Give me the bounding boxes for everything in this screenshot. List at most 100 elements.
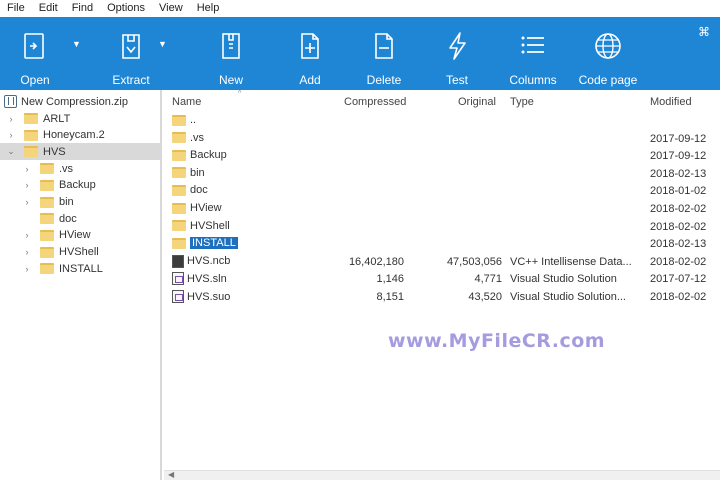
folder-icon [172,114,186,126]
open-dropdown-icon[interactable]: ▼ [72,39,81,49]
extract-icon [114,29,148,63]
file-row[interactable]: .. [164,112,720,129]
new-archive-icon [214,29,248,63]
extract-dropdown-icon[interactable]: ▼ [158,39,167,49]
open-icon [18,29,52,63]
file-name-cell: INSTALL [172,237,238,250]
file-row[interactable]: HVS.ncb 16,402,180 47,503,056 VC++ Intellis… [164,253,720,270]
file-type: Visual Studio Solution... [510,291,626,303]
chevron-right-icon[interactable]: › [22,230,32,240]
file-row[interactable]: HVS.suo 8,151 43,520 Visual Studio Solution… [164,288,720,305]
tree-item[interactable]: doc [0,210,160,227]
menu-edit[interactable]: Edit [32,0,65,17]
file-name: HView [190,202,222,214]
tree-item[interactable]: › INSTALL [0,260,160,277]
delete-label: Delete [366,73,402,87]
tree-item[interactable]: › ARLT [0,110,160,127]
new-button[interactable]: New [188,17,274,90]
chevron-right-icon[interactable]: › [22,247,32,257]
menu-find[interactable]: Find [65,0,100,17]
file-name: HVS.ncb [187,255,231,268]
file-name-cell: HVS.suo [172,290,230,303]
tree-item[interactable]: › .vs [0,160,160,177]
chevron-down-icon[interactable]: ⌄ [6,146,16,157]
file-row[interactable]: HVS.sln 1,146 4,771 Visual Studio Solution 2… [164,270,720,287]
file-name-cell: HVShell [172,220,230,232]
folder-icon [172,202,186,214]
original-size: 43,520 [468,291,502,303]
delete-file-icon [367,29,401,63]
settings-icon[interactable]: ⌘ [698,25,710,39]
file-row[interactable]: bin 2018-02-13 [164,165,720,182]
chevron-right-icon[interactable]: › [6,114,16,124]
solution-file-icon [172,290,184,303]
file-row[interactable]: .vs 2017-09-12 [164,130,720,147]
chevron-right-icon[interactable]: › [22,180,32,190]
folder-icon [24,129,38,141]
file-list: ^ Name Compressed Original Type Modified… [164,90,720,480]
tree-item[interactable]: › Honeycam.2 [0,127,160,144]
columns-button[interactable]: Columns [492,17,574,90]
tree-item[interactable]: ⌄ HVS [0,143,160,161]
column-header-type[interactable]: Type [510,96,534,108]
chevron-right-icon[interactable]: › [22,264,32,274]
delete-button[interactable]: Delete [346,17,422,90]
modified-date: 2017-09-12 [650,132,707,145]
tree-item-label: bin [59,196,74,208]
tree-item-label: HView [59,229,91,242]
scroll-left-icon[interactable]: ◀ [168,470,174,479]
column-header-modified[interactable]: Modified [650,96,692,108]
original-size: 4,771 [474,273,502,286]
tree-item[interactable]: › HVShell [0,244,160,261]
data-file-icon [172,254,184,268]
menu-view[interactable]: View [152,0,190,17]
file-type: Visual Studio Solution [510,273,617,286]
code-page-button[interactable]: Code page [574,17,642,90]
file-name-cell: doc [172,184,208,196]
file-row[interactable]: doc 2018-01-02 [164,182,720,199]
file-name: INSTALL [190,237,238,250]
file-name-cell: .. [172,114,196,126]
tree-item[interactable]: › HView [0,227,160,244]
folder-icon [172,220,186,232]
add-button[interactable]: Add [274,17,346,90]
new-label: New [218,73,243,87]
tree-item[interactable]: › Backup [0,177,160,194]
modified-date: 2017-09-12 [650,150,707,163]
open-button[interactable]: Open [0,17,70,90]
modified-date: 2018-02-02 [650,220,707,233]
chevron-right-icon[interactable]: › [22,164,32,174]
tree-item[interactable]: › bin [0,194,160,211]
test-button[interactable]: Test [422,17,492,90]
modified-date: 2017-07-12 [650,273,707,286]
file-row[interactable]: INSTALL 2018-02-13 [164,235,720,252]
column-header-compressed[interactable]: Compressed [344,96,406,108]
file-name: HVShell [190,219,230,232]
menu-help[interactable]: Help [190,0,227,17]
file-row[interactable]: HView 2018-02-02 [164,200,720,217]
column-header-original[interactable]: Original [458,96,496,108]
tree-item-label: .vs [59,162,74,175]
code-page-label: Code page [578,73,638,87]
file-row[interactable]: Backup 2017-09-12 [164,147,720,164]
file-name: .vs [190,131,205,144]
tree-root[interactable]: New Compression.zip [0,93,160,110]
file-row[interactable]: HVShell 2018-02-02 [164,218,720,235]
modified-date: 2018-02-02 [650,255,707,268]
column-header-name[interactable]: Name [172,96,201,108]
open-label: Open [20,73,50,87]
chevron-right-icon[interactable]: › [22,197,32,207]
menu-file[interactable]: File [3,0,32,17]
globe-icon [591,29,625,63]
chevron-right-icon[interactable]: › [6,130,16,140]
original-size: 47,503,056 [446,255,502,268]
extract-button[interactable]: Extract [82,17,180,90]
folder-icon [40,213,54,225]
modified-date: 2018-02-02 [650,291,707,303]
menu-options[interactable]: Options [100,0,152,17]
folder-icon [24,113,38,124]
folder-icon [40,179,54,191]
horizontal-scrollbar[interactable]: ◀ [164,470,720,480]
extract-label: Extract [112,73,150,87]
tree-item-label: doc [59,212,77,225]
